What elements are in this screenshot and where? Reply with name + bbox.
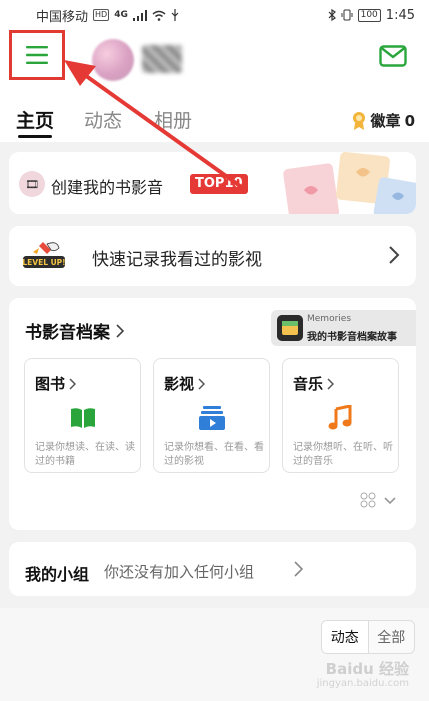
- tab-activity[interactable]: 动态: [84, 106, 122, 133]
- menu-button[interactable]: [9, 30, 65, 80]
- username-blurred[interactable]: [142, 45, 182, 73]
- badges-label: 徽章: [370, 112, 401, 130]
- top10-tag: TOP10: [190, 174, 248, 194]
- chevron-right-icon: [389, 246, 400, 264]
- chevron-right-icon: [327, 377, 335, 390]
- active-tab-indicator: [18, 135, 52, 138]
- level-up-text: LEVEL UP!: [22, 258, 65, 267]
- usb-icon: [171, 9, 179, 21]
- create-label: 创建我的书影音: [51, 178, 164, 197]
- video-icon: [199, 406, 225, 430]
- quick-record-card[interactable]: LEVEL UP! 快速记录我看过的影视: [9, 226, 416, 286]
- music-note-icon: [328, 405, 352, 430]
- wifi-icon: [152, 10, 166, 21]
- books-title: 图书: [35, 373, 77, 394]
- mail-icon: [379, 45, 407, 67]
- feed-area: 动态 全部 Baidu 经验 jingyan.baidu.com: [0, 608, 429, 701]
- my-groups-card[interactable]: 我的小组 你还没有加入任何小组: [9, 542, 416, 596]
- chevron-right-icon: [69, 377, 77, 390]
- memories-label: Memories: [307, 314, 352, 324]
- medal-icon: [352, 111, 365, 130]
- watermark-logo: Baidu 经验: [325, 660, 409, 678]
- create-icon: 🎞: [19, 171, 45, 197]
- memories-icon: [277, 315, 303, 341]
- layout-toggle[interactable]: [360, 492, 400, 510]
- hamburger-menu-icon: [26, 46, 48, 64]
- music-title-text: 音乐: [293, 375, 324, 393]
- create-top10-card[interactable]: 🎞 创建我的书影音 TOP10: [9, 152, 416, 214]
- archive-title: 书影音档案: [25, 323, 110, 343]
- quick-record-label: 快速记录我看过的影视: [92, 250, 262, 270]
- profile-tabs: 主页 动态 相册 徽章 0: [0, 94, 429, 142]
- avatar[interactable]: [92, 39, 134, 81]
- book-icon: [71, 408, 95, 428]
- feed-filter: 动态 全部: [321, 620, 415, 654]
- badges-count: 0: [404, 111, 415, 130]
- archive-films[interactable]: 影视 记录你想看、在看、看过的影视: [153, 358, 270, 473]
- memories-banner[interactable]: Memories 我的书影音档案故事: [271, 310, 416, 346]
- clock: 1:45: [385, 7, 415, 23]
- signal-icon: [132, 9, 147, 21]
- chevron-right-icon: [294, 561, 303, 577]
- battery-level: 100: [357, 8, 381, 22]
- archive-books[interactable]: 图书 记录你想读、在读、读过的书籍: [24, 358, 141, 473]
- app-header: [0, 30, 429, 94]
- music-title: 音乐: [293, 373, 335, 394]
- bluetooth-icon: [328, 9, 336, 21]
- chevron-right-icon: [198, 377, 206, 390]
- music-desc: 记录你想听、在听、听过的音乐: [293, 442, 393, 467]
- filter-activity[interactable]: 动态: [322, 621, 369, 653]
- films-title: 影视: [164, 373, 206, 394]
- network-type: 4G: [114, 10, 128, 20]
- status-bar: 中国移动 HD 4G 100 1:45: [0, 0, 429, 30]
- hd-badge: HD: [93, 9, 110, 21]
- books-desc: 记录你想读、在读、读过的书籍: [35, 442, 135, 467]
- badges-link[interactable]: 徽章 0: [351, 110, 415, 131]
- mail-button[interactable]: [379, 45, 407, 67]
- grid-expand-icon: [360, 492, 396, 508]
- tab-album[interactable]: 相册: [154, 106, 192, 133]
- books-title-text: 图书: [35, 375, 66, 393]
- watermark-url: jingyan.baidu.com: [316, 678, 409, 689]
- carrier-label: 中国移动: [36, 9, 89, 25]
- filter-all[interactable]: 全部: [369, 621, 415, 653]
- archive-title-link[interactable]: 书影音档案: [25, 318, 124, 343]
- films-title-text: 影视: [164, 375, 195, 393]
- media-archive-card: 书影音档案 Memories 我的书影音档案故事 图书 记录你想读、在读、读过的…: [9, 298, 416, 530]
- memories-title: 我的书影音档案故事: [307, 332, 397, 343]
- films-desc: 记录你想看、在看、看过的影视: [164, 442, 264, 467]
- rocket-icon: LEVEL UP!: [22, 242, 66, 268]
- decorative-cards-icon: [283, 152, 416, 214]
- archive-music[interactable]: 音乐 记录你想听、在听、听过的音乐: [282, 358, 399, 473]
- group-empty-text: 你还没有加入任何小组: [104, 563, 255, 581]
- vibrate-icon: [341, 9, 353, 21]
- group-title: 我的小组: [25, 565, 90, 584]
- chevron-right-icon: [116, 323, 124, 338]
- tab-home[interactable]: 主页: [16, 106, 54, 133]
